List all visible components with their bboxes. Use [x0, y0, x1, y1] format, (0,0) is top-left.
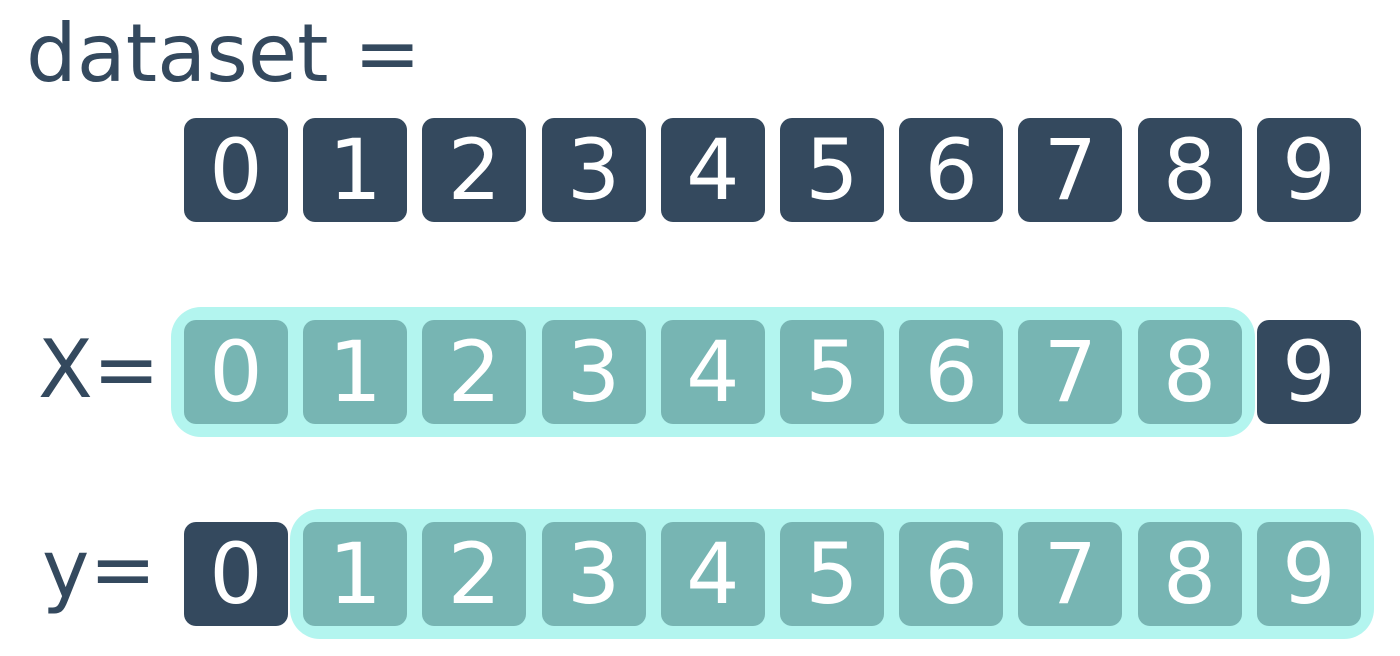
dataset-label: dataset =	[26, 7, 421, 100]
dataset-cell-6: 6	[899, 118, 1004, 222]
x-cell-1: 1	[303, 320, 408, 424]
y-row: 0123456789	[0, 509, 1400, 639]
y-cell-1: 1	[303, 522, 408, 626]
dataset-cell-0: 0	[184, 118, 288, 222]
x-cell-9: 9	[1256, 320, 1361, 424]
dataset-cell-9: 9	[1256, 118, 1361, 222]
x-cell-3: 3	[541, 320, 646, 424]
dataset-cell-5: 5	[780, 118, 884, 222]
y-cell-5: 5	[780, 522, 884, 626]
x-cell-7: 7	[1018, 320, 1123, 424]
y-cell-2: 2	[422, 522, 527, 626]
dataset-cell-8: 8	[1137, 118, 1242, 222]
y-cell-6: 6	[899, 522, 1004, 626]
dataset-cell-4: 4	[660, 118, 765, 222]
x-cell-0: 0	[184, 320, 288, 424]
dataset-row: 0123456789	[0, 118, 1400, 222]
dataset-cell-3: 3	[541, 118, 646, 222]
y-cell-9: 9	[1256, 522, 1361, 626]
x-cell-6: 6	[899, 320, 1004, 424]
x-cell-5: 5	[780, 320, 884, 424]
x-cell-8: 8	[1137, 320, 1242, 424]
y-cell-8: 8	[1137, 522, 1242, 626]
y-cell-7: 7	[1018, 522, 1123, 626]
dataset-cell-2: 2	[422, 118, 527, 222]
x-cell-2: 2	[422, 320, 527, 424]
dataset-cell-7: 7	[1018, 118, 1123, 222]
dataset-cell-1: 1	[303, 118, 408, 222]
y-cell-0: 0	[184, 522, 288, 626]
y-cell-3: 3	[541, 522, 646, 626]
x-cell-4: 4	[660, 320, 765, 424]
y-cell-4: 4	[660, 522, 765, 626]
x-row: 0123456789	[0, 307, 1400, 437]
